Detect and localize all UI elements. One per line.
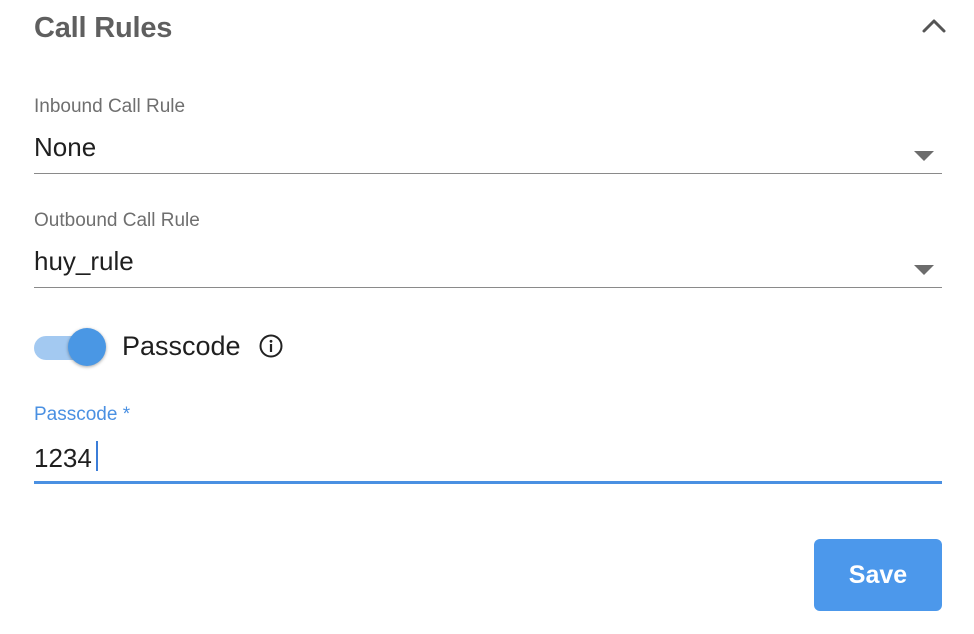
passcode-toggle-label: Passcode — [122, 331, 241, 361]
passcode-toggle[interactable] — [34, 328, 106, 368]
chevron-up-icon[interactable] — [916, 12, 952, 40]
text-caret — [96, 441, 98, 471]
save-button[interactable]: Save — [814, 539, 942, 611]
inbound-call-rule-value: None — [34, 132, 97, 162]
passcode-input[interactable] — [34, 436, 942, 484]
outbound-call-rule-select[interactable] — [34, 228, 942, 288]
toggle-thumb — [68, 328, 106, 366]
dropdown-arrow-icon — [914, 151, 934, 161]
section-title: Call Rules — [34, 12, 173, 44]
outbound-call-rule-value: huy_rule — [34, 246, 134, 276]
dropdown-arrow-icon — [914, 265, 934, 275]
info-icon[interactable] — [258, 333, 284, 359]
passcode-field-label: Passcode * — [34, 404, 131, 425]
inbound-call-rule-select[interactable] — [34, 114, 942, 174]
call-rules-panel: Call Rules Inbound Call Rule None Outbou… — [0, 0, 974, 634]
